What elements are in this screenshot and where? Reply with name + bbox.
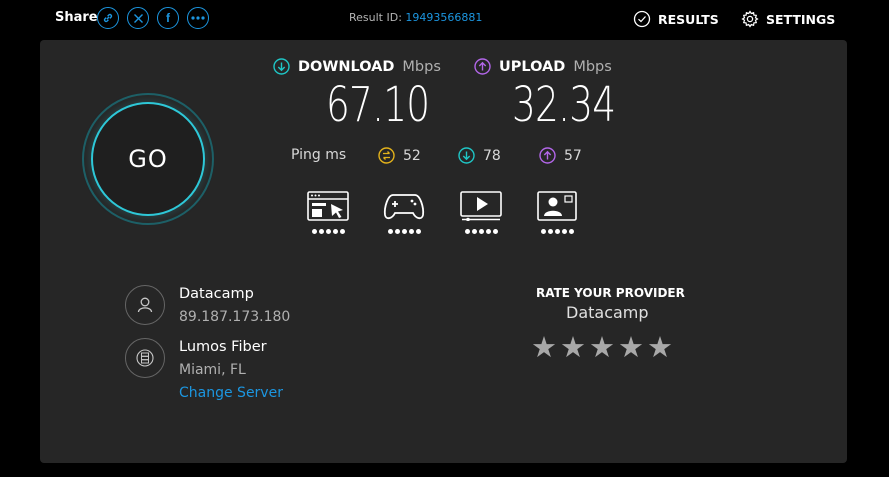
server-location: Miami, FL (179, 362, 246, 378)
ping-download: 78 (458, 147, 501, 164)
category-streaming-rating (460, 229, 502, 234)
result-id-label: Result ID: (349, 11, 402, 24)
facebook-icon: f (166, 11, 170, 25)
star-icon[interactable]: ★ (647, 333, 673, 362)
category-video-call[interactable] (536, 191, 578, 234)
rating-dot (408, 229, 414, 234)
go-label: GO (128, 145, 168, 173)
link-icon (103, 13, 113, 23)
download-value: 67.10 (326, 77, 430, 133)
rating-dot (561, 229, 567, 234)
category-video-call-rating (536, 229, 578, 234)
rating-dot (464, 229, 470, 234)
upload-header: UPLOAD Mbps (474, 58, 612, 75)
share-x-button[interactable] (127, 7, 149, 29)
star-icon[interactable]: ★ (618, 333, 644, 362)
star-icon[interactable]: ★ (560, 333, 586, 362)
result-id-link[interactable]: 19493566881 (405, 11, 482, 24)
rating-dot (485, 229, 491, 234)
settings-label: SETTINGS (766, 11, 836, 27)
upload-value: 32.34 (512, 77, 616, 133)
ping-idle-value: 52 (403, 147, 421, 164)
rating-dot (492, 229, 498, 234)
ping-upload-value: 57 (564, 147, 582, 164)
rate-provider-name: Datacamp (566, 303, 649, 322)
rating-dot (394, 229, 400, 234)
category-streaming[interactable] (460, 191, 502, 234)
server-avatar (125, 338, 165, 378)
rating-dot (415, 229, 421, 234)
rating-dot (387, 229, 393, 234)
rating-dot (339, 229, 345, 234)
idle-ping-icon (378, 147, 395, 164)
category-browsing[interactable] (307, 191, 349, 234)
rating-dot (325, 229, 331, 234)
category-gaming-rating (383, 229, 425, 234)
share-more-button[interactable] (187, 7, 209, 29)
download-arrow-icon (273, 58, 290, 75)
upload-arrow-icon (474, 58, 491, 75)
user-icon (137, 297, 153, 313)
rating-dot (318, 229, 324, 234)
check-circle-icon (633, 10, 651, 28)
x-icon (133, 13, 143, 23)
result-id: Result ID: 19493566881 (349, 11, 482, 24)
more-icon (191, 16, 205, 20)
go-button[interactable]: GO (91, 102, 205, 216)
provider-ip: 89.187.173.180 (179, 309, 291, 325)
rating-dot (540, 229, 546, 234)
ping-row: Ping ms (291, 147, 346, 163)
download-ping-icon (458, 147, 475, 164)
ping-label: Ping ms (291, 147, 347, 163)
rating-dot (568, 229, 574, 234)
rating-dot (332, 229, 338, 234)
download-unit: Mbps (402, 58, 441, 75)
upload-label: UPLOAD (499, 58, 566, 75)
rating-dot (554, 229, 560, 234)
share-link-button[interactable] (97, 7, 119, 29)
server-icon (136, 349, 154, 367)
video-call-icon (537, 191, 577, 221)
star-icon[interactable]: ★ (531, 333, 557, 362)
rate-provider-title: RATE YOUR PROVIDER (536, 286, 685, 300)
star-icon[interactable]: ★ (589, 333, 615, 362)
gear-icon (741, 10, 759, 28)
rating-dot (471, 229, 477, 234)
browsing-icon (307, 191, 349, 221)
settings-button[interactable]: SETTINGS (741, 10, 835, 28)
share-label: Share (55, 10, 98, 25)
upload-unit: Mbps (573, 58, 612, 75)
results-label: RESULTS (658, 11, 719, 27)
upload-ping-icon (539, 147, 556, 164)
category-browsing-rating (307, 229, 349, 234)
category-gaming[interactable] (383, 191, 425, 234)
change-server-link[interactable]: Change Server (179, 385, 283, 401)
server-name: Lumos Fiber (179, 339, 267, 355)
results-button[interactable]: RESULTS (633, 10, 719, 28)
provider-name: Datacamp (179, 286, 254, 302)
user-avatar (125, 285, 165, 325)
rating-dot (311, 229, 317, 234)
rating-dot (547, 229, 553, 234)
share-facebook-button[interactable]: f (157, 7, 179, 29)
ping-download-value: 78 (483, 147, 501, 164)
download-label: DOWNLOAD (298, 58, 395, 75)
streaming-icon (460, 191, 502, 222)
ping-idle: 52 (378, 147, 421, 164)
rating-dot (478, 229, 484, 234)
ping-upload: 57 (539, 147, 582, 164)
download-header: DOWNLOAD Mbps (273, 58, 441, 75)
gaming-icon (383, 194, 425, 220)
rating-dot (401, 229, 407, 234)
rating-stars: ★ ★ ★ ★ ★ (531, 333, 673, 362)
